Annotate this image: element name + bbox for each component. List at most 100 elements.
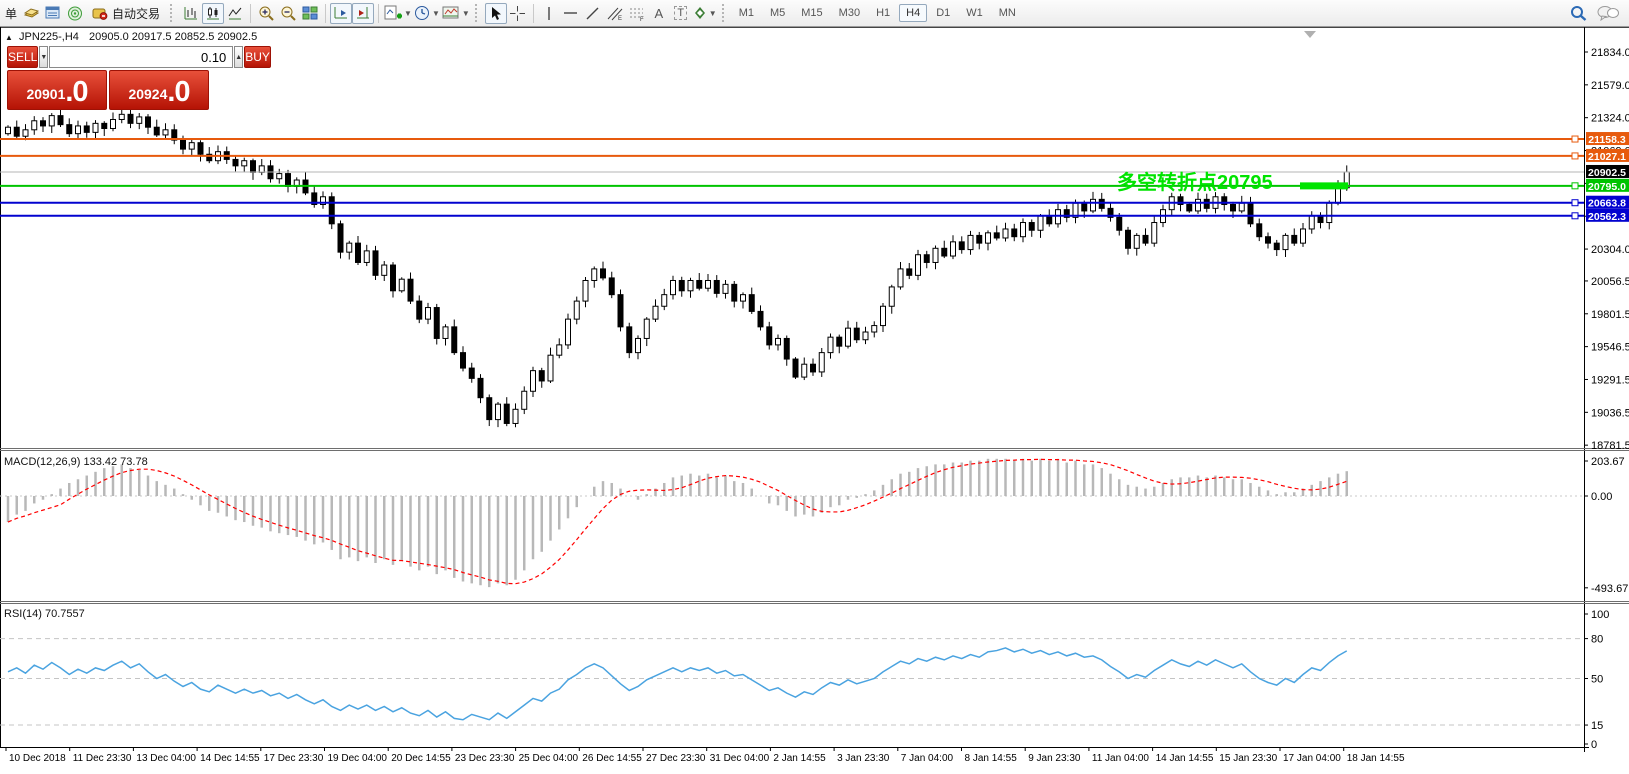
rsi-scale-label: 15 (1591, 720, 1603, 732)
line-handle-20562.3[interactable] (1572, 213, 1578, 219)
candlestick (338, 224, 343, 252)
candlestick (916, 255, 921, 276)
candlestick (1134, 235, 1139, 248)
candlestick (531, 371, 536, 392)
candlestick (154, 127, 159, 135)
price-axis-tick-label: 21579.0 (1591, 80, 1629, 92)
macd-signal-line (8, 459, 1347, 583)
candlestick (714, 280, 719, 293)
candlestick (548, 355, 553, 381)
chart-shift-marker[interactable] (1304, 31, 1316, 38)
candlestick (1126, 230, 1131, 248)
time-axis-label: 31 Dec 04:00 (710, 753, 770, 764)
candlestick (924, 255, 929, 263)
line-handle-20663.8[interactable] (1572, 200, 1578, 206)
candlestick (1239, 203, 1244, 211)
buy-price-box[interactable]: 20924 .0 (109, 70, 209, 110)
candlestick (382, 265, 387, 275)
candlestick (93, 123, 98, 132)
time-axis-label: 14 Dec 14:55 (200, 753, 260, 764)
candlestick (1152, 223, 1157, 244)
price-axis-tick-label: 19036.5 (1591, 407, 1629, 419)
price-axis-tick-label: 19291.5 (1591, 374, 1629, 386)
time-axis-label: 17 Jan 04:00 (1283, 753, 1341, 764)
candlestick (356, 243, 361, 262)
candlestick (837, 337, 842, 346)
price-axis-tick-label: 21834.0 (1591, 47, 1629, 59)
candlestick (889, 287, 894, 306)
symbol-ohlc: 20905.0 20917.5 20852.5 20902.5 (89, 31, 257, 43)
candlestick (1196, 199, 1201, 211)
collapse-panel-icon[interactable]: ▲ (5, 33, 13, 42)
candlestick (697, 280, 702, 288)
volume-input[interactable] (49, 46, 233, 68)
candlestick (592, 269, 597, 281)
candlestick (1038, 216, 1043, 230)
candlestick (539, 371, 544, 381)
price-axis-tick-label: 19546.5 (1591, 342, 1629, 354)
candlestick (1082, 203, 1087, 211)
candlestick (609, 278, 614, 295)
candlestick (557, 345, 562, 355)
candlestick (1301, 229, 1306, 243)
buy-button[interactable]: BUY (244, 46, 271, 68)
candlestick (986, 233, 991, 243)
buy-price-fraction: .0 (167, 78, 189, 107)
time-axis-label: 13 Dec 04:00 (136, 753, 196, 764)
candlestick (662, 295, 667, 307)
candlestick (977, 235, 982, 243)
time-axis-label: 27 Dec 23:30 (646, 753, 706, 764)
candlestick (644, 319, 649, 338)
candlestick (329, 197, 334, 224)
line-handle-21027.1[interactable] (1572, 153, 1578, 159)
candlestick (671, 280, 676, 294)
candlestick (119, 114, 124, 119)
time-axis-label: 9 Jan 23:30 (1028, 753, 1081, 764)
candlestick (49, 116, 54, 126)
candlestick (522, 391, 527, 409)
candlestick (723, 284, 728, 293)
candlestick (758, 311, 763, 326)
price-label-21158.3: 21158.3 (1588, 134, 1626, 146)
time-axis-label: 14 Jan 14:55 (1156, 753, 1214, 764)
candlestick (907, 269, 912, 275)
candlestick (469, 368, 474, 378)
candlestick (487, 398, 492, 420)
rsi-line (8, 648, 1347, 720)
candlestick (1099, 199, 1104, 208)
time-axis-label: 2 Jan 14:55 (773, 753, 826, 764)
line-handle-21158.3[interactable] (1572, 136, 1578, 142)
candlestick (233, 159, 238, 165)
time-axis-label: 11 Dec 23:30 (73, 753, 132, 764)
candlestick (391, 265, 396, 291)
candlestick (417, 301, 422, 319)
candlestick (583, 280, 588, 301)
time-axis-label: 19 Dec 04:00 (328, 753, 388, 764)
chart-text-annotation[interactable]: 多空转折点20795 (1117, 166, 1297, 195)
macd-scale-label: -493.67 (1591, 583, 1628, 595)
time-axis-label: 7 Jan 04:00 (901, 753, 954, 764)
volume-decrease-button[interactable]: ▼ (39, 46, 48, 68)
candlestick (636, 338, 641, 352)
candlestick (181, 140, 186, 149)
sell-price-box[interactable]: 20901 .0 (7, 70, 107, 110)
price-label-20902.5: 20902.5 (1588, 167, 1626, 179)
candlestick (41, 121, 46, 126)
candlestick (399, 279, 404, 291)
candlestick (496, 404, 501, 419)
candlestick (1336, 188, 1341, 203)
symbol-info-line: ▲ JPN225-,H4 20905.0 20917.5 20852.5 209… (5, 31, 257, 43)
candlestick (461, 353, 466, 368)
line-handle-20795.0[interactable] (1572, 183, 1578, 189)
volume-increase-button[interactable]: ▲ (234, 46, 243, 68)
rsi-scale-label: 80 (1591, 634, 1603, 646)
candlestick (732, 284, 737, 301)
sell-button[interactable]: SELL (7, 46, 38, 68)
candlestick (347, 243, 352, 252)
price-label-20663.8: 20663.8 (1588, 198, 1626, 210)
candlestick (1327, 203, 1332, 222)
candlestick (14, 127, 19, 136)
candlestick (504, 404, 509, 423)
sell-price-fraction: .0 (65, 78, 87, 107)
time-axis-label: 20 Dec 14:55 (391, 753, 451, 764)
